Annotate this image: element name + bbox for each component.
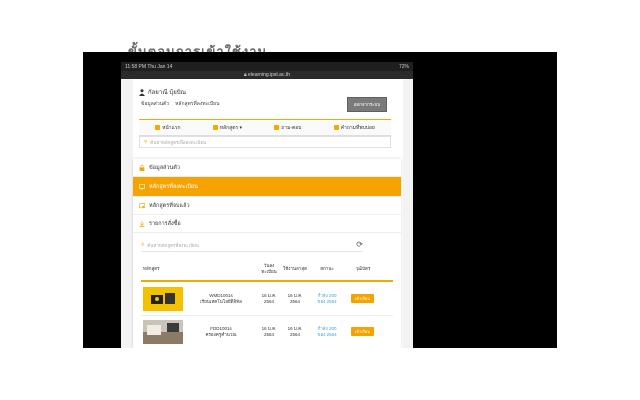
url-text: elearning.ipst.ac.th [248,72,291,78]
course-thumbnail [143,320,183,344]
lock-icon [139,164,145,171]
col-certificate: วุฒิบัตร [355,266,371,271]
user-info: กัลยาณี บุ้ยปัณ [139,87,186,97]
home-icon [155,125,161,130]
table-row[interactable]: WMD1001s เรียนเทคโนโลยีดิจิทัล 16 ม.ค. 2… [141,283,393,316]
last-used-date: 16 ม.ค. 2564 [287,326,303,337]
status-text: กำลัง 200 ของ 2564 [317,293,337,304]
search-icon: ⚲ [144,139,148,144]
table-row[interactable]: FDD1001s ครองครูคำนวณ 16 ม.ค. 2564 16 ม.… [141,316,393,348]
course-name: ครองครูคำนวณ [205,332,237,337]
registered-date: 16 ม.ค. 2564 [261,293,277,304]
enter-course-button[interactable]: เข้าเรียน [351,294,374,303]
course-thumbnail [143,287,183,311]
menu-item-registered-courses[interactable]: หลักสูตรที่ลงทะเบียน [133,177,401,197]
search-icon: ⚲ [141,242,145,247]
col-registered: วันลงทะเบียน [261,263,277,274]
status-text: กำลัง 200 ของ 2564 [317,326,337,337]
registered-date: 16 ม.ค. 2564 [261,326,277,337]
status-date: Thu Jan 14 [147,63,173,70]
question-icon [333,125,339,130]
nav-faq[interactable]: คำถามที่พบบ่อย [333,124,375,132]
last-used-date: 16 ม.ค. 2564 [287,293,303,304]
dashboard-panel: ข้อมูลส่วนตัว หลักสูตรที่ลงทะเบียน หลักส… [133,159,401,348]
refresh-icon[interactable]: ⟳ [356,240,363,249]
user-name: กัลยาณี บุ้ยปัณ [148,90,187,96]
enter-course-button[interactable]: เข้าเรียน [351,327,374,336]
col-status: สถานะ [320,266,334,271]
menu-item-completed-courses[interactable]: หลักสูตรที่จบแล้ว [133,197,401,215]
tablet-screen: 11:58 PM Thu Jan 14 72% 🔒︎ elearning.ips… [121,62,413,348]
table-header: หลักสูตร วันลงทะเบียน ใช้งานล่าสุด สถานะ… [141,258,393,282]
web-page: กัลยาณี บุ้ยปัณ ข้อมูลส่วนตัว หลักสูตรที… [133,79,403,348]
nav-courses[interactable]: หลักสูตร ▾ [212,124,242,132]
book-icon [212,125,218,130]
nav-home[interactable]: หน้าแรก [155,124,181,132]
user-icon [139,88,145,96]
my-courses-link[interactable]: หลักสูตรที่ลงทะเบียน [175,100,219,108]
battery-indicator: 72% [398,63,409,70]
status-bar: 11:58 PM Thu Jan 14 72% [121,62,413,71]
registered-course-search[interactable]: ⚲ ค้นหาหลักสูตรที่ลงทะเบียน [141,239,363,252]
download-icon [139,220,145,227]
info-icon [274,125,280,130]
main-nav: หน้าแรก หลักสูตร ▾ ถาม-ตอบ คำถามที่พบบ่อ… [139,119,391,136]
user-links: ข้อมูลส่วนตัว หลักสูตรที่ลงทะเบียน [141,100,220,108]
status-time: 11:58 PM [125,63,147,70]
col-last-used: ใช้งานล่าสุด [283,266,308,271]
monitor-icon [139,183,145,189]
menu-item-orders[interactable]: รายการสั่งซื้อ [133,215,401,233]
url-bar[interactable]: 🔒︎ elearning.ipst.ac.th [121,71,413,79]
certificate-icon [139,202,145,208]
course-cell: FDD1001s ครองครูคำนวณ [189,316,253,348]
col-course: หลักสูตร [143,266,160,271]
nav-qa[interactable]: ถาม-ตอบ [274,124,301,132]
logout-button[interactable]: ออกจากระบบ [347,97,387,112]
course-search-input[interactable]: ⚲ ค้นหาหลักสูตรเพื่อลงทะเบียน [139,136,391,148]
menu-item-profile[interactable]: ข้อมูลส่วนตัว [133,159,401,177]
course-name: เรียนเทคโนโลยีดิจิทัล [200,299,242,304]
profile-link[interactable]: ข้อมูลส่วนตัว [141,100,169,108]
